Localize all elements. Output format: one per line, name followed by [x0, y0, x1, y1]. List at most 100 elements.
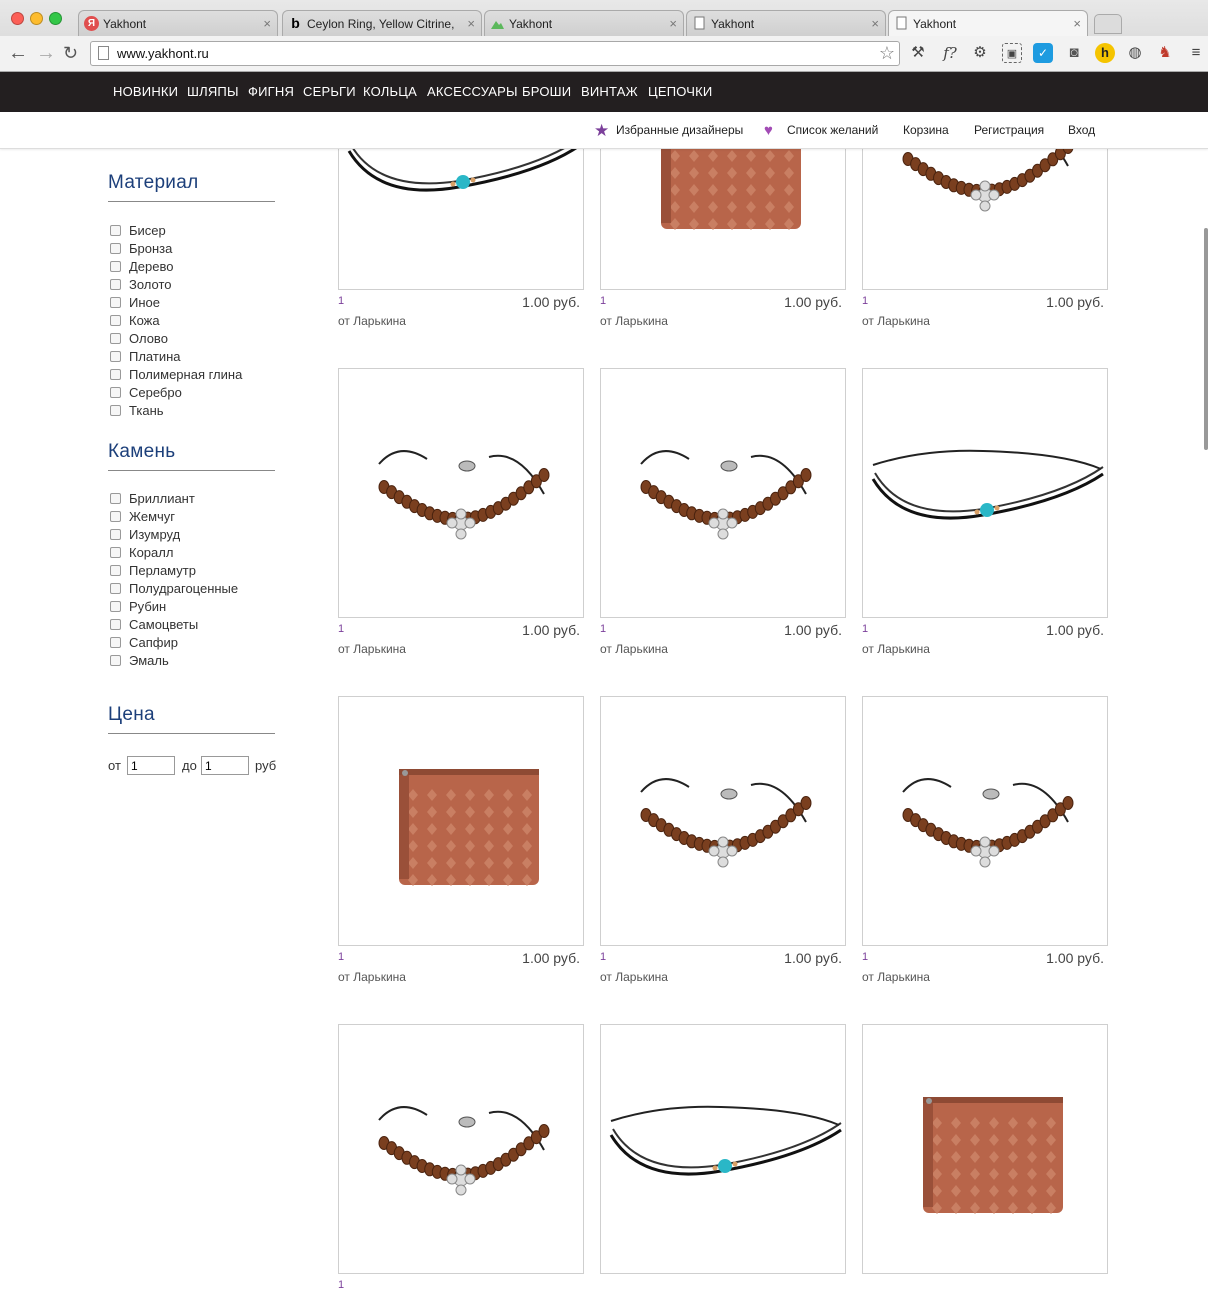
filter-option-label: Коралл — [129, 545, 174, 560]
page-scrollbar[interactable] — [1204, 228, 1208, 450]
checkbox[interactable] — [110, 351, 121, 362]
product-card[interactable]: 1 — [338, 1024, 584, 1314]
checkbox[interactable] — [110, 405, 121, 416]
checkbox[interactable] — [110, 511, 121, 522]
nav-item-brooches[interactable]: БРОШИ — [522, 72, 571, 112]
close-tab-icon[interactable]: × — [1073, 11, 1081, 36]
nav-item-hats[interactable]: ШЛЯПЫ — [187, 72, 239, 112]
product-designer[interactable]: от Ларькина — [600, 970, 668, 984]
f-question-icon[interactable]: f? — [940, 43, 960, 63]
checkbox[interactable] — [110, 369, 121, 380]
product-image[interactable] — [338, 1024, 584, 1274]
pocket-icon[interactable]: ◙ — [1064, 43, 1084, 63]
h-badge-icon[interactable]: h — [1095, 43, 1115, 63]
checkbox[interactable] — [110, 583, 121, 594]
sofa-icon[interactable]: ♞ — [1155, 43, 1175, 63]
nav-item-chains[interactable]: ЦЕПОЧКИ — [648, 72, 712, 112]
evernote-icon[interactable]: ▣ — [1002, 43, 1022, 63]
product-designer[interactable]: от Ларькина — [862, 970, 930, 984]
product-price: 1.00 руб. — [522, 950, 580, 966]
checkbox[interactable] — [110, 565, 121, 576]
product-designer[interactable]: от Ларькина — [338, 970, 406, 984]
register-link[interactable]: Регистрация — [974, 112, 1044, 149]
checkbox[interactable] — [110, 279, 121, 290]
address-bar[interactable]: www.yakhont.ru ☆ — [90, 41, 900, 66]
product-card[interactable] — [862, 1024, 1108, 1314]
browser-tab[interactable]: Я Yakhont × — [78, 10, 278, 36]
cart-link[interactable]: Корзина — [903, 112, 949, 149]
bookmark-star-icon[interactable]: ☆ — [879, 42, 895, 65]
browser-tab-active[interactable]: Yakhont × — [888, 10, 1088, 36]
browser-tab[interactable]: Yakhont × — [484, 10, 684, 36]
forward-icon[interactable]: → — [36, 40, 56, 66]
product-image[interactable] — [600, 368, 846, 618]
nav-item-vintage[interactable]: ВИНТАЖ — [581, 72, 638, 112]
close-tab-icon[interactable]: × — [467, 11, 475, 36]
product-card[interactable]: 1 1.00 руб. от Ларькина — [862, 368, 1108, 658]
checkbox[interactable] — [110, 547, 121, 558]
close-tab-icon[interactable]: × — [871, 11, 879, 36]
close-tab-icon[interactable]: × — [669, 11, 677, 36]
favorite-designers-link[interactable]: Избранные дизайнеры — [616, 112, 743, 149]
checkbox[interactable] — [110, 655, 121, 666]
zoom-window-button[interactable] — [49, 12, 62, 25]
menu-icon[interactable]: ≡ — [1186, 43, 1206, 63]
price-from-input[interactable] — [127, 756, 175, 775]
product-designer[interactable]: от Ларькина — [862, 642, 930, 656]
gear-icon[interactable]: ⚙ — [970, 43, 990, 63]
product-designer[interactable]: от Ларькина — [338, 314, 406, 328]
back-icon[interactable]: ← — [8, 40, 28, 66]
product-card[interactable]: 1 1.00 руб. от Ларькина — [338, 696, 584, 986]
product-image[interactable] — [338, 696, 584, 946]
checkbox[interactable] — [110, 619, 121, 630]
product-image[interactable] — [862, 1024, 1108, 1274]
tab-title: Yakhont — [711, 17, 755, 31]
product-card[interactable] — [600, 1024, 846, 1314]
checkbox[interactable] — [110, 297, 121, 308]
nav-item-rings[interactable]: КОЛЬЦА — [363, 72, 417, 112]
close-tab-icon[interactable]: × — [263, 11, 271, 36]
wishlist-link[interactable]: Список желаний — [787, 112, 878, 149]
login-link[interactable]: Вход — [1068, 112, 1095, 149]
product-card[interactable]: 1 1.00 руб. от Ларькина — [600, 696, 846, 986]
product-image[interactable] — [862, 368, 1108, 618]
product-count: 1 — [338, 1279, 345, 1291]
checkbox[interactable] — [110, 387, 121, 398]
reload-icon[interactable]: ↻ — [63, 40, 78, 66]
close-window-button[interactable] — [11, 12, 24, 25]
product-designer[interactable]: от Ларькина — [338, 642, 406, 656]
checkbox[interactable] — [110, 243, 121, 254]
product-designer[interactable]: от Ларькина — [600, 314, 668, 328]
product-count: 1 — [600, 295, 607, 307]
globe-icon[interactable]: ◍ — [1125, 43, 1145, 63]
product-image[interactable] — [600, 696, 846, 946]
browser-tab[interactable]: Yakhont × — [686, 10, 886, 36]
nav-item-earrings[interactable]: СЕРЬГИ — [303, 72, 356, 112]
checkbox[interactable] — [110, 529, 121, 540]
checkbox[interactable] — [110, 225, 121, 236]
checkbox[interactable] — [110, 315, 121, 326]
browser-tab[interactable]: b Ceylon Ring, Yellow Citrine, × — [282, 10, 482, 36]
checkbox[interactable] — [110, 601, 121, 612]
minimize-window-button[interactable] — [30, 12, 43, 25]
product-count: 1 — [338, 295, 345, 307]
product-card[interactable]: 1 1.00 руб. от Ларькина — [862, 696, 1108, 986]
product-image[interactable] — [600, 1024, 846, 1274]
product-image[interactable] — [862, 696, 1108, 946]
product-card[interactable]: 1 1.00 руб. от Ларькина — [600, 368, 846, 658]
product-designer[interactable]: от Ларькина — [600, 642, 668, 656]
product-image[interactable] — [338, 368, 584, 618]
nav-item-accessories[interactable]: АКСЕССУАРЫ — [427, 72, 518, 112]
checkbox[interactable] — [110, 261, 121, 272]
product-designer[interactable]: от Ларькина — [862, 314, 930, 328]
price-to-input[interactable] — [201, 756, 249, 775]
checkbox[interactable] — [110, 637, 121, 648]
nav-item-misc[interactable]: ФИГНЯ — [248, 72, 294, 112]
nav-item-new[interactable]: НОВИНКИ — [113, 72, 178, 112]
message-icon[interactable]: ✓ — [1033, 43, 1053, 63]
new-tab-button[interactable] — [1094, 14, 1122, 34]
checkbox[interactable] — [110, 333, 121, 344]
wrench-icon[interactable]: ⚒ — [908, 43, 928, 63]
product-card[interactable]: 1 1.00 руб. от Ларькина — [338, 368, 584, 658]
checkbox[interactable] — [110, 493, 121, 504]
